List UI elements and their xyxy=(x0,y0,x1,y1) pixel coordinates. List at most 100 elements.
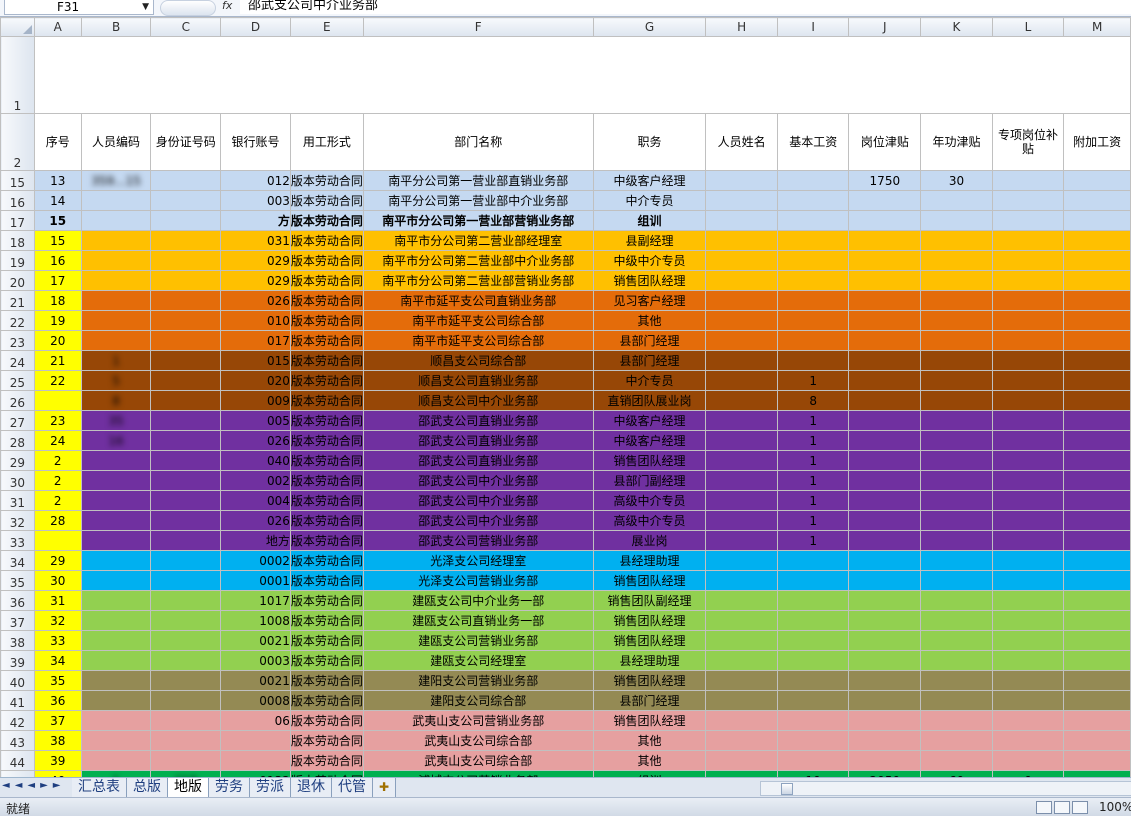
cell-years[interactable] xyxy=(920,670,993,691)
cell-name[interactable] xyxy=(705,370,778,391)
cell-years[interactable] xyxy=(920,230,993,251)
cell-years[interactable] xyxy=(920,530,993,551)
cell-extra[interactable] xyxy=(1063,270,1131,291)
cell-title[interactable]: 其他 xyxy=(592,730,707,751)
cell-seq[interactable]: 28 xyxy=(33,510,82,531)
cell-dept[interactable]: 邵武支公司中介业务部 xyxy=(362,470,594,491)
cell-years[interactable] xyxy=(920,250,993,271)
cell-post[interactable] xyxy=(848,310,922,331)
row-header[interactable]: 1 xyxy=(0,36,35,114)
cell-dept[interactable]: 邵武支公司直销业务部 xyxy=(362,430,594,451)
cell-form[interactable]: 版本劳动合同 xyxy=(289,330,364,351)
cell-id[interactable] xyxy=(150,690,222,711)
name-box[interactable]: F31 ▼ xyxy=(4,0,154,15)
cell-base[interactable]: 1 xyxy=(776,530,850,551)
cell-years[interactable] xyxy=(920,690,993,711)
row-header[interactable]: 28 xyxy=(0,430,35,451)
cell-name[interactable] xyxy=(705,630,778,651)
cell-post[interactable] xyxy=(848,630,922,651)
cell-extra[interactable] xyxy=(1063,310,1131,331)
header-cell[interactable]: 年功津贴 xyxy=(920,113,993,171)
cell-years[interactable] xyxy=(920,470,993,491)
cell-form[interactable]: 版本劳动合同 xyxy=(289,610,364,631)
row-header[interactable]: 30 xyxy=(0,470,35,491)
cell-years[interactable] xyxy=(920,410,993,431)
cell-post[interactable]: 1750 xyxy=(848,170,922,191)
cell-extra[interactable] xyxy=(1063,350,1131,371)
cell-post[interactable] xyxy=(848,530,922,551)
cell-title[interactable]: 县部门经理 xyxy=(592,330,707,351)
scrollbar-thumb[interactable] xyxy=(781,783,793,795)
fx-icon[interactable]: fx xyxy=(222,0,232,12)
row-header[interactable]: 32 xyxy=(0,510,35,531)
cell-title[interactable]: 县副经理 xyxy=(592,230,707,251)
column-header[interactable]: G xyxy=(592,17,707,37)
cell-base[interactable] xyxy=(776,550,850,571)
cell-post[interactable] xyxy=(848,450,922,471)
cell-dept[interactable]: 武夷山支公司综合部 xyxy=(362,750,594,771)
cell-form[interactable]: 版本劳动合同 xyxy=(289,590,364,611)
header-cell[interactable]: 用工形式 xyxy=(289,113,364,171)
cell-dept[interactable]: 顺昌支公司直销业务部 xyxy=(362,370,594,391)
cell-special[interactable] xyxy=(991,210,1065,231)
cell-form[interactable]: 版本劳动合同 xyxy=(289,530,364,551)
cell-seq[interactable]: 39 xyxy=(33,750,82,771)
cell-special[interactable] xyxy=(991,430,1065,451)
cell-name[interactable] xyxy=(705,170,778,191)
cell-id[interactable] xyxy=(150,730,222,751)
cell-seq[interactable]: 20 xyxy=(33,330,82,351)
cell-code[interactable] xyxy=(80,610,152,631)
cell-years[interactable] xyxy=(920,650,993,671)
sheet-tab[interactable]: 劳派 xyxy=(250,778,291,797)
cell-dept[interactable]: 光泽支公司经理室 xyxy=(362,550,594,571)
cell-id[interactable] xyxy=(150,490,222,511)
cell-special[interactable] xyxy=(991,570,1065,591)
cell-dept[interactable]: 南平市延平支公司直销业务部 xyxy=(362,290,594,311)
cell-post[interactable] xyxy=(848,210,922,231)
header-cell[interactable]: 序号 xyxy=(33,113,82,171)
cell-dept[interactable]: 建瓯支公司直销业务一部 xyxy=(362,610,594,631)
cell-years[interactable] xyxy=(920,430,993,451)
cell-seq[interactable] xyxy=(33,390,82,411)
cell-form[interactable]: 版本劳动合同 xyxy=(289,710,364,731)
cell-name[interactable] xyxy=(705,230,778,251)
cell-code[interactable] xyxy=(80,310,152,331)
cell-id[interactable] xyxy=(150,650,222,671)
cell-years[interactable] xyxy=(920,210,993,231)
cell-years[interactable] xyxy=(920,590,993,611)
column-header[interactable]: C xyxy=(150,17,222,37)
header-cell[interactable]: 岗位津贴 xyxy=(848,113,922,171)
cell-extra[interactable] xyxy=(1063,630,1131,651)
cell-extra[interactable] xyxy=(1063,650,1131,671)
cell-post[interactable] xyxy=(848,610,922,631)
cell-post[interactable] xyxy=(848,750,922,771)
cell-title[interactable]: 中级客户经理 xyxy=(592,430,707,451)
sheet-tab[interactable]: 地版 xyxy=(168,778,209,797)
cell-bank[interactable]: 020 xyxy=(220,370,291,391)
cell-post[interactable] xyxy=(848,670,922,691)
cell-id[interactable] xyxy=(150,390,222,411)
cell-bank[interactable]: 009 xyxy=(220,390,291,411)
cell-code[interactable] xyxy=(80,550,152,571)
cell-extra[interactable] xyxy=(1063,190,1131,211)
cell-name[interactable] xyxy=(705,430,778,451)
cell-post[interactable] xyxy=(848,510,922,531)
cell-title[interactable]: 组训 xyxy=(592,210,707,231)
row-header[interactable]: 23 xyxy=(0,330,35,351)
cell-title[interactable]: 销售团队副经理 xyxy=(592,590,707,611)
cell-form[interactable]: 版本劳动合同 xyxy=(289,270,364,291)
cell-code[interactable] xyxy=(80,250,152,271)
cell-years[interactable] xyxy=(920,310,993,331)
cell-name[interactable] xyxy=(705,510,778,531)
row-header[interactable]: 25 xyxy=(0,370,35,391)
cell-name[interactable] xyxy=(705,670,778,691)
cell-id[interactable] xyxy=(150,190,222,211)
cell-form[interactable]: 版本劳动合同 xyxy=(289,210,364,231)
cell-dept[interactable]: 邵武支公司直销业务部 xyxy=(362,450,594,471)
cell-post[interactable] xyxy=(848,730,922,751)
cell-bank[interactable]: 地方 xyxy=(220,530,291,551)
cell-base[interactable] xyxy=(776,250,850,271)
column-header[interactable]: I xyxy=(776,17,850,37)
cell-bank[interactable] xyxy=(220,730,291,751)
new-sheet-icon[interactable]: ✚ xyxy=(373,778,397,797)
